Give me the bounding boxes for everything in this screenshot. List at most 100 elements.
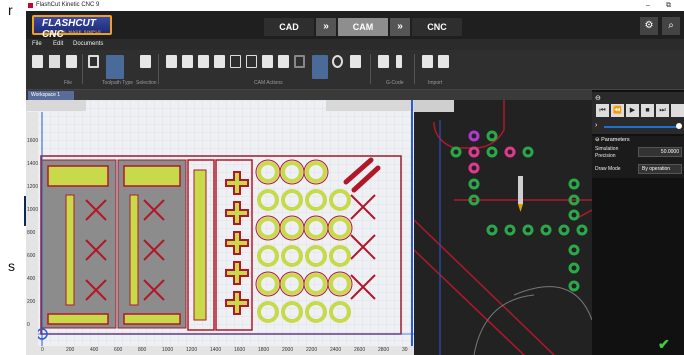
cad-drawing xyxy=(26,100,414,355)
ribbon-group-cam-actions-label: CAM Actions xyxy=(254,80,283,86)
x-tick-label: 1800 xyxy=(258,347,270,353)
pocket-toolpath-icon[interactable] xyxy=(106,55,124,79)
flashcut-logo: FLASHCUT CNC CONTROL MADE SIMPLE xyxy=(32,15,112,40)
draw-mode-select[interactable]: By operation xyxy=(638,164,682,174)
ribbon-group-toolpath-label: Toolpath Type xyxy=(102,80,134,86)
draw-mode-label: Draw Mode xyxy=(595,166,621,172)
cam-3d-render xyxy=(414,100,592,355)
top-bar: FLASHCUT CNC CONTROL MADE SIMPLE CAD » C… xyxy=(26,11,684,40)
new-file-icon[interactable] xyxy=(32,55,43,68)
mode-cad-button[interactable]: CAD xyxy=(264,18,314,36)
more-button[interactable] xyxy=(671,104,684,117)
title-bar: FlashCut Kinetic CNC 9 – ⧉ xyxy=(26,0,684,11)
x-tick-label: 2000 xyxy=(282,347,294,353)
cam-action-icon[interactable] xyxy=(294,55,305,68)
x-axis-ruler: 0 200 400 600 800 1000 1200 1400 1600 18… xyxy=(26,346,414,355)
x-tick-label: 1600 xyxy=(234,347,246,353)
import-file-icon[interactable] xyxy=(422,55,433,68)
cam-action-icon[interactable] xyxy=(246,55,257,68)
play-button[interactable]: ▶ xyxy=(626,104,639,117)
simulation-panel: ⊖ ⏮ ⏪ ▶ ■ ⏭ › ⊖ Parameters Simulation Pr… xyxy=(592,90,684,355)
restore-button[interactable]: ⧉ xyxy=(666,0,671,11)
delete-icon[interactable] xyxy=(350,55,361,68)
x-tick-label: 2400 xyxy=(330,347,342,353)
parameters-header: ⊖ Parameters xyxy=(595,137,630,143)
x-tick-label: 400 xyxy=(90,347,99,353)
cam-action-icon[interactable] xyxy=(214,55,225,68)
x-tick-label: 600 xyxy=(114,347,123,353)
refresh-icon[interactable] xyxy=(332,55,343,68)
confirm-check-icon[interactable]: ✔ xyxy=(658,336,670,353)
cam-simulation-view[interactable] xyxy=(414,100,592,355)
ribbon-group-selection-label: Selection xyxy=(136,80,157,86)
ribbon-group-gcode-label: G-Code xyxy=(386,80,404,86)
document-tab-strip: Workspace 1 xyxy=(26,90,596,100)
ribbon-group-import-label: Import xyxy=(428,80,443,86)
simulation-precision-label: Simulation Precision xyxy=(595,146,619,159)
y-tick-label: 200 xyxy=(27,299,36,305)
y-axis-ruler: 1600 1400 1200 1000 800 600 400 200 0 xyxy=(26,112,38,355)
x-tick-label: 800 xyxy=(138,347,147,353)
mode-cam-button[interactable]: CAM xyxy=(338,18,388,36)
playback-controls: ⊖ ⏮ ⏪ ▶ ■ ⏭ › xyxy=(592,92,684,134)
cam-action-icon[interactable] xyxy=(166,55,177,68)
y-tick-label: 1000 xyxy=(27,207,39,213)
cam-action-icon[interactable] xyxy=(198,55,209,68)
gcode-icon[interactable] xyxy=(378,55,389,68)
cam-action-icon[interactable] xyxy=(278,55,289,68)
y-tick-label: 1200 xyxy=(27,184,39,190)
x-tick-label: 1400 xyxy=(210,347,222,353)
cam-action-icon[interactable] xyxy=(262,55,273,68)
save-icon[interactable] xyxy=(66,55,77,68)
parameters-section: ⊖ Parameters Simulation Precision 50.000… xyxy=(592,136,684,178)
ribbon-group-file-label: File xyxy=(64,80,73,86)
x-tick-label: 2800 xyxy=(378,347,390,353)
profile-toolpath-icon[interactable] xyxy=(88,55,99,68)
toolpath-list-icon[interactable] xyxy=(312,55,328,79)
y-tick-label: 800 xyxy=(27,230,36,236)
menu-bar: File Edit Documents xyxy=(26,39,684,50)
search-icon[interactable]: ⌕ xyxy=(662,17,680,35)
chevron-right-icon: » xyxy=(316,18,336,36)
skip-to-start-button[interactable]: ⏮ xyxy=(596,104,609,117)
ribbon-toolbar: File Toolpath Type Selection CAM Actions… xyxy=(26,50,684,90)
x-tick-label: 30 xyxy=(402,347,408,353)
collapse-icon[interactable]: ⊖ xyxy=(595,94,601,102)
stop-button[interactable]: ■ xyxy=(641,104,654,117)
simulation-precision-input[interactable]: 50.0000 xyxy=(638,147,682,157)
menu-edit[interactable]: Edit xyxy=(53,41,63,47)
slider-handle[interactable] xyxy=(676,123,682,129)
cam-action-icon[interactable] xyxy=(230,55,241,68)
logo-subtitle: CONTROL MADE SIMPLE xyxy=(44,29,102,34)
app-window: FlashCut Kinetic CNC 9 – ⧉ FLASHCUT CNC … xyxy=(26,0,684,355)
window-title: FlashCut Kinetic CNC 9 xyxy=(36,2,100,8)
app-icon xyxy=(28,3,33,8)
y-tick-label: 1600 xyxy=(27,138,39,144)
simulation-progress-slider[interactable] xyxy=(604,126,678,128)
cropped-text-top: r xyxy=(8,2,13,18)
chevron-right-icon: › xyxy=(595,122,598,129)
settings-gear-icon[interactable]: ⚙ xyxy=(640,17,658,35)
x-tick-label: 2600 xyxy=(354,347,366,353)
open-folder-icon[interactable] xyxy=(49,55,60,68)
select-icon[interactable] xyxy=(140,55,151,68)
y-tick-label: 1400 xyxy=(27,161,39,167)
x-tick-label: 1200 xyxy=(186,347,198,353)
edit-pencil-icon[interactable] xyxy=(396,55,402,68)
step-back-button[interactable]: ⏪ xyxy=(611,104,624,117)
menu-file[interactable]: File xyxy=(32,41,42,47)
menu-documents[interactable]: Documents xyxy=(73,41,103,47)
document-tab-workspace[interactable]: Workspace 1 xyxy=(28,91,74,100)
cad-viewport[interactable]: 1600 1400 1200 1000 800 600 400 200 0 0 … xyxy=(26,100,414,355)
parameters-title: Parameters xyxy=(601,137,630,143)
skip-to-end-button[interactable]: ⏭ xyxy=(656,104,669,117)
minimize-button[interactable]: – xyxy=(646,0,650,11)
import-file-icon[interactable] xyxy=(438,55,449,68)
y-tick-label: 400 xyxy=(27,276,36,282)
cropped-text-bottom: s xyxy=(8,258,15,274)
mode-cnc-button[interactable]: CNC xyxy=(412,18,462,36)
x-tick-label: 0 xyxy=(41,347,44,353)
y-tick-label: 600 xyxy=(27,253,36,259)
x-tick-label: 200 xyxy=(66,347,75,353)
cam-action-icon[interactable] xyxy=(182,55,193,68)
